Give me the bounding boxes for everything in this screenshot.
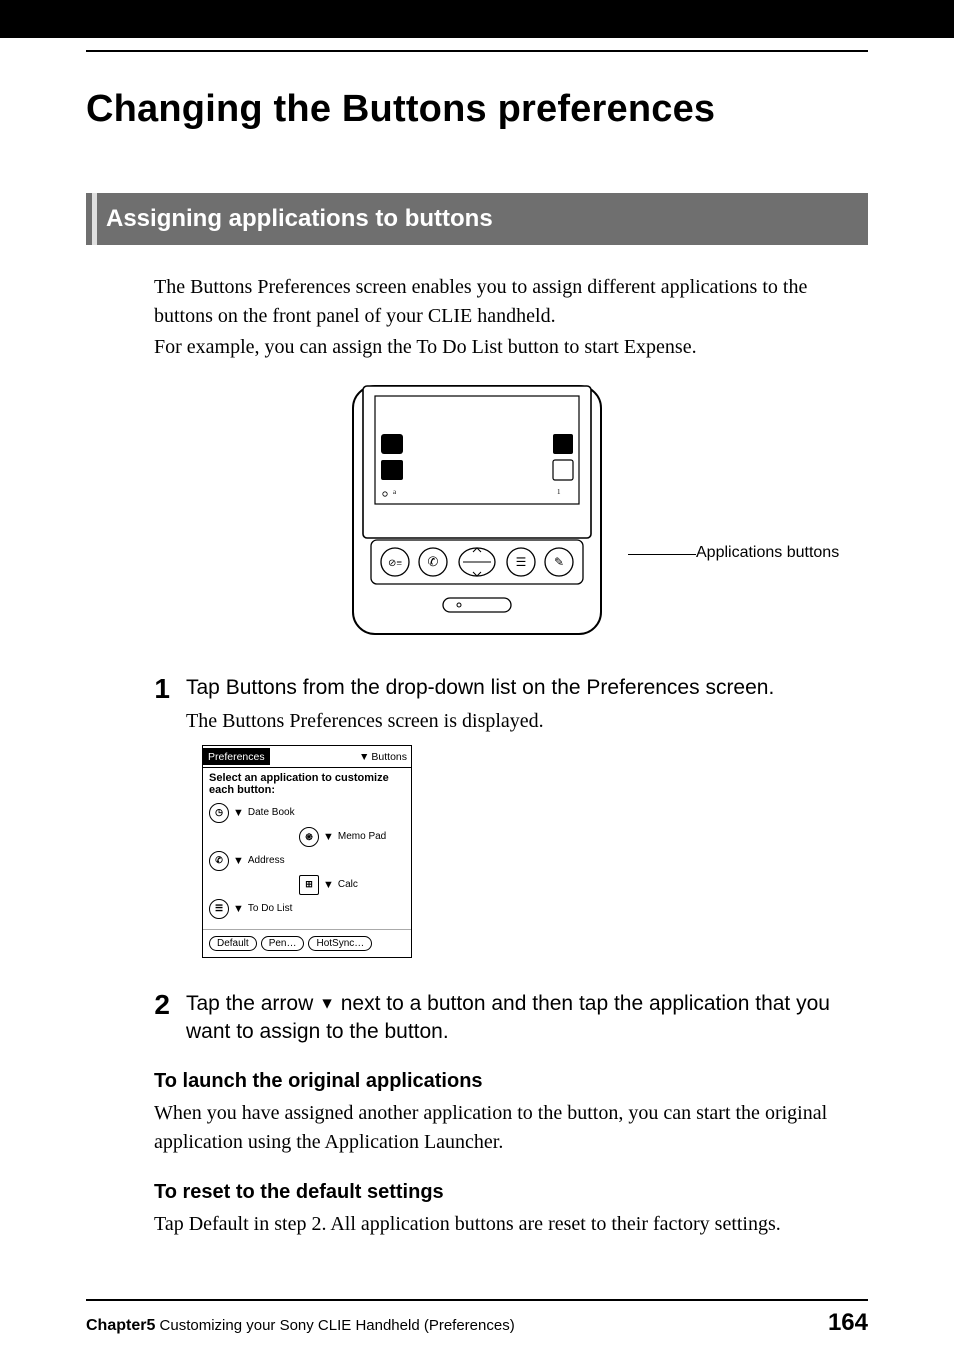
dropdown-arrow-icon: ▼ <box>323 879 334 891</box>
palm-label: Address <box>248 855 285 866</box>
palm-label: Calc <box>338 879 358 890</box>
clie-handheld-illustration: a 1 ⊘≡ ✆ ☰ ✎ <box>347 384 607 642</box>
horizontal-rule-top <box>86 50 868 52</box>
svg-text:1: 1 <box>557 488 561 496</box>
intro-paragraph-2: For example, you can assign the To Do Li… <box>154 333 868 362</box>
callout-leader-line <box>628 554 696 555</box>
step-2-heading: Tap the arrow ▼ next to a button and the… <box>186 990 868 1047</box>
dropdown-arrow-icon: ▼ <box>233 903 244 915</box>
subheading-reset-default: To reset to the default settings <box>154 1181 868 1204</box>
svg-text:☰: ☰ <box>516 555 527 569</box>
subbody-launch-original: When you have assigned another applicati… <box>154 1099 868 1157</box>
palm-row-todolist[interactable]: ☰ ▼ To Do List <box>209 899 405 919</box>
svg-text:⊘≡: ⊘≡ <box>388 558 402 569</box>
dropdown-arrow-icon: ▼ <box>233 807 244 819</box>
palm-footer: Default Pen… HotSync… <box>203 929 411 957</box>
palm-title-dropdown[interactable]: ▼ Buttons <box>359 751 407 763</box>
clock-icon: ◷ <box>209 803 229 823</box>
step-2-body: Tap the arrow ▼ next to a button and the… <box>186 990 868 1047</box>
chapter-desc: Customizing your Sony CLIE Handheld (Pre… <box>155 1317 514 1334</box>
page-number: 164 <box>828 1309 868 1337</box>
step-2-number: 2 <box>148 991 170 1019</box>
palm-titlebar: Preferences ▼ Buttons <box>203 746 411 768</box>
step-2-head-pre: Tap the arrow <box>186 992 319 1015</box>
palm-body: Select an application to customize each … <box>203 768 411 928</box>
palm-label: Memo Pad <box>338 831 386 842</box>
footer-rule <box>86 1299 868 1301</box>
palm-row-memopad[interactable]: ֎ ▼ Memo Pad <box>299 827 405 847</box>
subheading-launch-original: To launch the original applications <box>154 1070 868 1093</box>
dropdown-arrow-icon: ▼ <box>233 855 244 867</box>
palm-row-address[interactable]: ✆ ▼ Address <box>209 851 405 871</box>
section-heading: Assigning applications to buttons <box>86 193 868 245</box>
svg-text:✆: ✆ <box>428 554 439 569</box>
down-arrow-icon: ▼ <box>319 995 335 1012</box>
palm-label: Date Book <box>248 807 295 818</box>
step-1-note: The Buttons Preferences screen is displa… <box>186 710 868 733</box>
device-figure: a 1 ⊘≡ ✆ ☰ ✎ Applicati <box>86 384 868 642</box>
footer: Chapter5 Customizing your Sony CLIE Hand… <box>86 1309 868 1357</box>
svg-text:✎: ✎ <box>554 555 564 569</box>
default-button[interactable]: Default <box>209 936 257 951</box>
palm-screen: Preferences ▼ Buttons Select an applicat… <box>202 745 412 957</box>
step-1-number: 1 <box>148 675 170 703</box>
step-1: 1 Tap Buttons from the drop-down list on… <box>148 674 868 733</box>
top-black-bar <box>0 0 954 38</box>
palm-title-left: Preferences <box>203 748 270 765</box>
spiral-icon: ֎ <box>299 827 319 847</box>
page-title: Changing the Buttons preferences <box>86 88 868 131</box>
footer-left: Chapter5 Customizing your Sony CLIE Hand… <box>86 1317 515 1335</box>
pen-button[interactable]: Pen… <box>261 936 305 951</box>
palm-instruction: Select an application to customize each … <box>209 772 405 796</box>
palm-row-datebook[interactable]: ◷ ▼ Date Book <box>209 803 405 823</box>
preferences-screenshot: Preferences ▼ Buttons Select an applicat… <box>202 745 868 957</box>
step-1-body: Tap Buttons from the drop-down list on t… <box>186 674 868 733</box>
phone-icon: ✆ <box>209 851 229 871</box>
intro-text: The Buttons Preferences screen enables y… <box>154 273 868 362</box>
dropdown-arrow-icon: ▼ <box>359 751 369 763</box>
subbody-reset-default: Tap Default in step 2. All application b… <box>154 1210 868 1239</box>
palm-title-right-label: Buttons <box>371 751 407 763</box>
page-content: Changing the Buttons preferences Assigni… <box>0 50 954 1357</box>
chapter-label: Chapter5 <box>86 1317 155 1334</box>
hotsync-button[interactable]: HotSync… <box>308 936 372 951</box>
list-icon: ☰ <box>209 899 229 919</box>
applications-buttons-callout: Applications buttons <box>696 544 839 562</box>
step-1-heading: Tap Buttons from the drop-down list on t… <box>186 674 868 702</box>
palm-label: To Do List <box>248 903 292 914</box>
calc-icon: ⊞ <box>299 875 319 895</box>
step-2: 2 Tap the arrow ▼ next to a button and t… <box>148 990 868 1047</box>
dropdown-arrow-icon: ▼ <box>323 831 334 843</box>
intro-paragraph-1: The Buttons Preferences screen enables y… <box>154 273 868 331</box>
palm-row-calc[interactable]: ⊞ ▼ Calc <box>299 875 405 895</box>
